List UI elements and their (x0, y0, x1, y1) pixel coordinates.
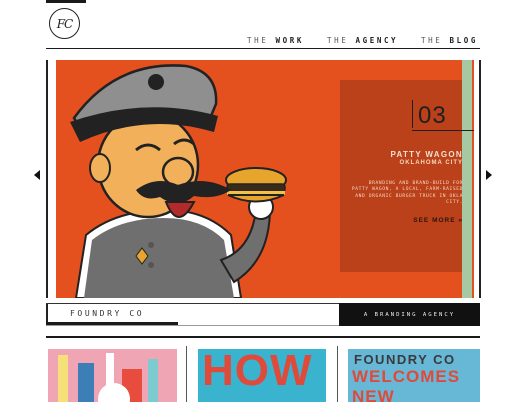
thumbnail-2-text: HOW (202, 349, 313, 395)
thumb-divider-1 (186, 346, 187, 402)
nav-item-blog[interactable]: THE BLOG (421, 36, 478, 48)
logo-monogram: FC (56, 16, 73, 31)
thumbnail-3-line1: FOUNDRY CO (354, 352, 456, 367)
slide-location: OKLAHOMA CITY (399, 160, 463, 166)
thumbnail-3[interactable]: FOUNDRY CO WELCOMES NEW (348, 349, 480, 402)
section-divider (46, 336, 480, 338)
thumbnail-1[interactable] (48, 349, 177, 402)
caption-progress-bar (46, 322, 178, 325)
arrow-left-icon[interactable] (34, 170, 40, 180)
accent-stripe (462, 60, 472, 298)
caption-rule-top (46, 303, 340, 304)
nav-prefix: THE (247, 36, 269, 45)
arrow-right-icon[interactable] (486, 170, 492, 180)
nav-item-work[interactable]: THE WORK (247, 36, 304, 48)
nav-label-work: WORK (275, 36, 304, 45)
header-divider (46, 48, 480, 49)
slider-frame-right (479, 60, 481, 298)
slider-frame-left (46, 60, 48, 298)
slide-title: PATTY WAGON (390, 150, 463, 159)
nav-prefix: THE (327, 36, 349, 45)
nav-label-blog: BLOG (449, 36, 478, 45)
nav-item-agency[interactable]: THE AGENCY (327, 36, 398, 48)
panel-rule-horizontal (412, 130, 474, 131)
thumb-divider-2 (337, 346, 338, 402)
panel-rule-vertical (412, 100, 413, 128)
logo-icon[interactable]: FC (49, 8, 80, 39)
tagline-box: A BRANDING AGENCY (339, 303, 480, 326)
nav-label-agency: AGENCY (355, 36, 399, 45)
tagline: A BRANDING AGENCY (363, 311, 456, 318)
thumbnail-2[interactable]: HOW (198, 349, 326, 402)
see-more-link[interactable]: SEE MORE » (400, 217, 463, 224)
thumbnail-3-line2: WELCOMES NEW (352, 367, 461, 402)
company-name: FOUNDRY CO (70, 309, 145, 318)
logo-accent-bar (46, 0, 86, 3)
nav-prefix: THE (421, 36, 443, 45)
slide-number: 03 (418, 102, 447, 129)
thumbnail-1-art (48, 349, 177, 402)
caption-rule-bottom (46, 325, 340, 326)
slide-description: BRANDING AND BRAND-BUILD FOR PATTY WAGON… (351, 181, 463, 205)
